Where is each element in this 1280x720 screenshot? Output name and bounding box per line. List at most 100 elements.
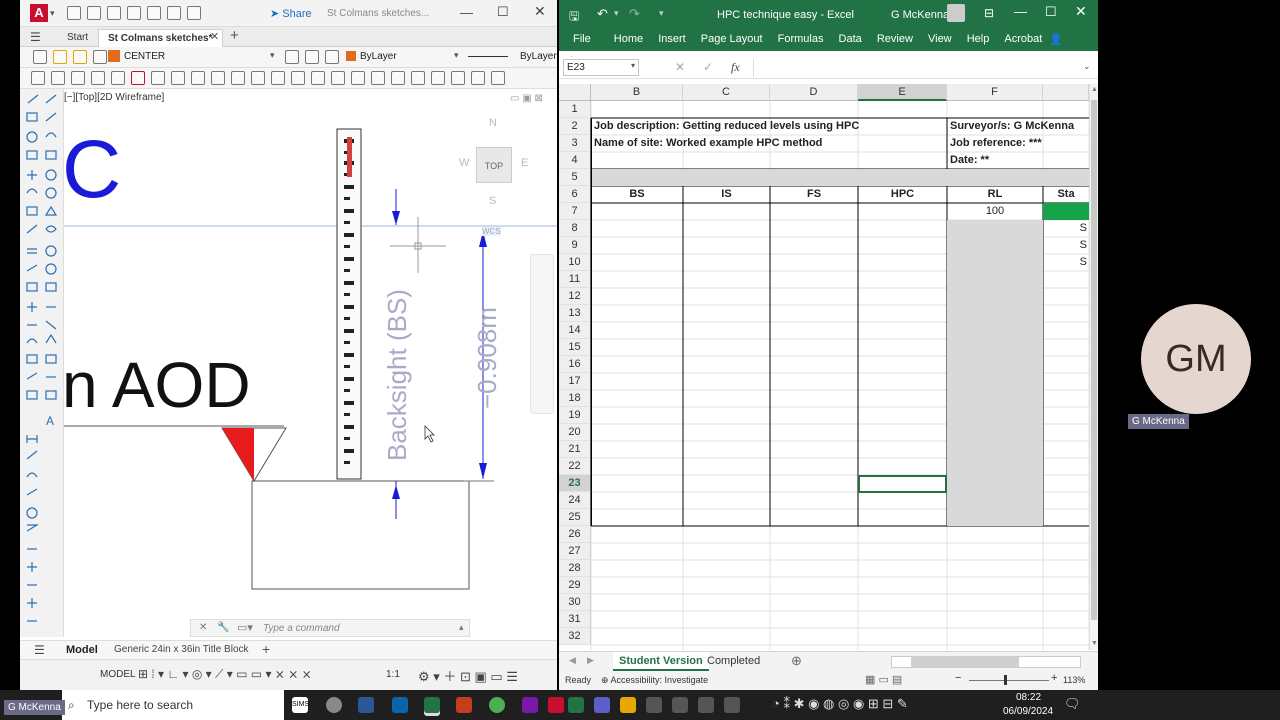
cancel-entry-icon[interactable]: ✕ [675,60,685,74]
sheet-nav-prev-icon[interactable]: ◀ [569,655,576,666]
row-header[interactable]: 18 [559,390,591,407]
tab-file[interactable]: File [567,29,597,49]
teams-icon[interactable] [594,697,610,713]
rl-cell-empty[interactable] [947,271,1043,288]
confirm-entry-icon[interactable]: ✓ [703,60,713,74]
add-layout-button[interactable]: + [262,641,270,657]
status-tools[interactable]: ⚙ ▾ ＋ ⊡ ▣ ▭ ☰ [418,666,518,685]
table-header-cell[interactable]: Sta [1043,186,1089,203]
rl-cell-first[interactable]: 100 [947,203,1043,220]
app-icon-3[interactable] [672,697,688,713]
quick-calc-icon[interactable] [471,71,485,85]
horizontal-scroll-thumb[interactable] [911,657,1019,667]
tab-acrobat[interactable]: Acrobat [998,29,1048,49]
row-header[interactable]: 3 [559,135,591,152]
model-space-toggle[interactable]: MODEL [100,669,136,680]
powerpoint-icon[interactable] [456,697,472,713]
app-menu-chevron-icon[interactable]: ▾ [50,8,55,19]
row-header[interactable]: 17 [559,373,591,390]
match-properties-icon[interactable] [211,71,225,85]
select-all-corner[interactable] [559,84,591,101]
tab-start[interactable]: Start [58,29,97,46]
rl-cell-empty[interactable] [947,237,1043,254]
name-box[interactable]: E23 [563,59,639,76]
command-recent-icon[interactable]: ▭▾ [237,621,253,634]
close-button[interactable]: ✕ [534,3,546,20]
tab-model[interactable]: Model [66,644,98,656]
row-header[interactable]: 11 [559,271,591,288]
row-header[interactable]: 9 [559,237,591,254]
job-reference-cell[interactable]: Job reference: *** [948,135,1088,152]
column-header-e[interactable]: E [858,84,947,101]
name-box-chevron-icon[interactable]: ▾ [631,61,635,70]
app-icon-4[interactable] [698,697,714,713]
tab-help[interactable]: Help [961,29,996,49]
row-header[interactable]: 4 [559,152,591,169]
column-header-b[interactable]: B [591,84,683,101]
cut-icon[interactable] [151,71,165,85]
separator-row[interactable] [591,169,1089,186]
tab-data[interactable]: Data [833,29,868,49]
worksheet-grid[interactable]: B C D E F 1 2 3 4 5 6 7 8 9 10 11 12 13 14 15 16 17 18 19 2… [559,84,1089,650]
undo-tool-icon[interactable] [251,71,265,85]
wcs-label[interactable]: WCS [482,227,501,236]
new-sheet-button[interactable]: ⊕ [791,653,802,669]
scroll-thumb[interactable] [1091,100,1097,620]
undo-icon[interactable]: ↶ [597,6,608,22]
match-layer-icon[interactable] [305,50,319,64]
status-icons[interactable]: ⊞ ⁞ ▾ ∟ ▾ ◎ ▾ ⟋ ▾ ▭ ▭ ▾ ⨯ ⨯ ⨯ [138,667,312,682]
sheet-nav-next-icon[interactable]: ▶ [587,655,594,666]
sims-app-icon[interactable]: SIMS [292,697,309,713]
row-header[interactable]: 19 [559,407,591,424]
new-file-icon[interactable] [67,6,81,20]
maximize-button[interactable]: ☐ [497,4,509,20]
rl-cell-empty[interactable] [947,390,1043,407]
outlook-icon[interactable] [392,697,408,713]
tab-insert[interactable]: Insert [652,29,692,49]
file-explorer-icon[interactable] [620,697,636,713]
teams-task-icon[interactable] [568,697,584,713]
expand-formula-bar-icon[interactable]: ⌄ [1083,61,1091,72]
tab-st-colmans-sketches[interactable]: St Colmans sketches* [98,29,223,47]
excel-minimize-button[interactable]: — [1014,4,1027,19]
zoom-realtime-icon[interactable] [311,71,325,85]
help-icon[interactable] [491,71,505,85]
navigation-bar[interactable] [530,254,554,414]
row-header[interactable]: 31 [559,611,591,628]
row-header[interactable]: 10 [559,254,591,271]
color-dropdown[interactable]: ByLayer [360,51,397,62]
row-header[interactable]: 2 [559,118,591,135]
table-header-cell[interactable]: IS [683,186,770,203]
taskbar-search-box[interactable]: ⌕ Type here to search [62,690,284,720]
app-icon-5[interactable] [724,697,740,713]
print-icon[interactable] [147,6,161,20]
share-button[interactable]: ➤ Share [270,7,312,20]
excel-maximize-button[interactable]: ☐ [1045,4,1057,20]
rl-cell-empty[interactable] [947,339,1043,356]
station-cell[interactable]: S [1043,237,1089,254]
zoom-window-icon[interactable] [331,71,345,85]
formula-input[interactable] [753,59,1089,77]
rl-cell-empty[interactable] [947,475,1043,492]
linetype-dropdown-chevron-icon[interactable]: ▾ [270,50,275,61]
block-editor-icon[interactable] [231,71,245,85]
station-cell-first[interactable] [1043,203,1089,220]
row-header[interactable]: 15 [559,339,591,356]
autocad-taskbar-icon[interactable] [548,697,564,713]
rl-cell-empty[interactable] [947,322,1043,339]
command-expand-icon[interactable]: ▴ [459,622,464,633]
sheet-tab-student-version[interactable]: Student Version [613,652,709,671]
save-icon[interactable] [107,6,121,20]
zoom-slider-track[interactable] [969,680,1049,681]
row-header[interactable]: 7 [559,203,591,220]
tab-title-block[interactable]: Generic 24in x 36in Title Block [114,644,249,655]
rl-cell-empty[interactable] [947,492,1043,509]
sheet-set-icon[interactable] [431,71,445,85]
rl-cell-empty[interactable] [947,441,1043,458]
color-dropdown-chevron-icon[interactable]: ▾ [454,50,459,61]
qnew-icon[interactable] [31,71,45,85]
redo-tool-icon[interactable] [271,71,285,85]
copy-icon[interactable] [171,71,185,85]
pan-icon[interactable] [291,71,305,85]
minimize-button[interactable]: — [460,5,473,20]
